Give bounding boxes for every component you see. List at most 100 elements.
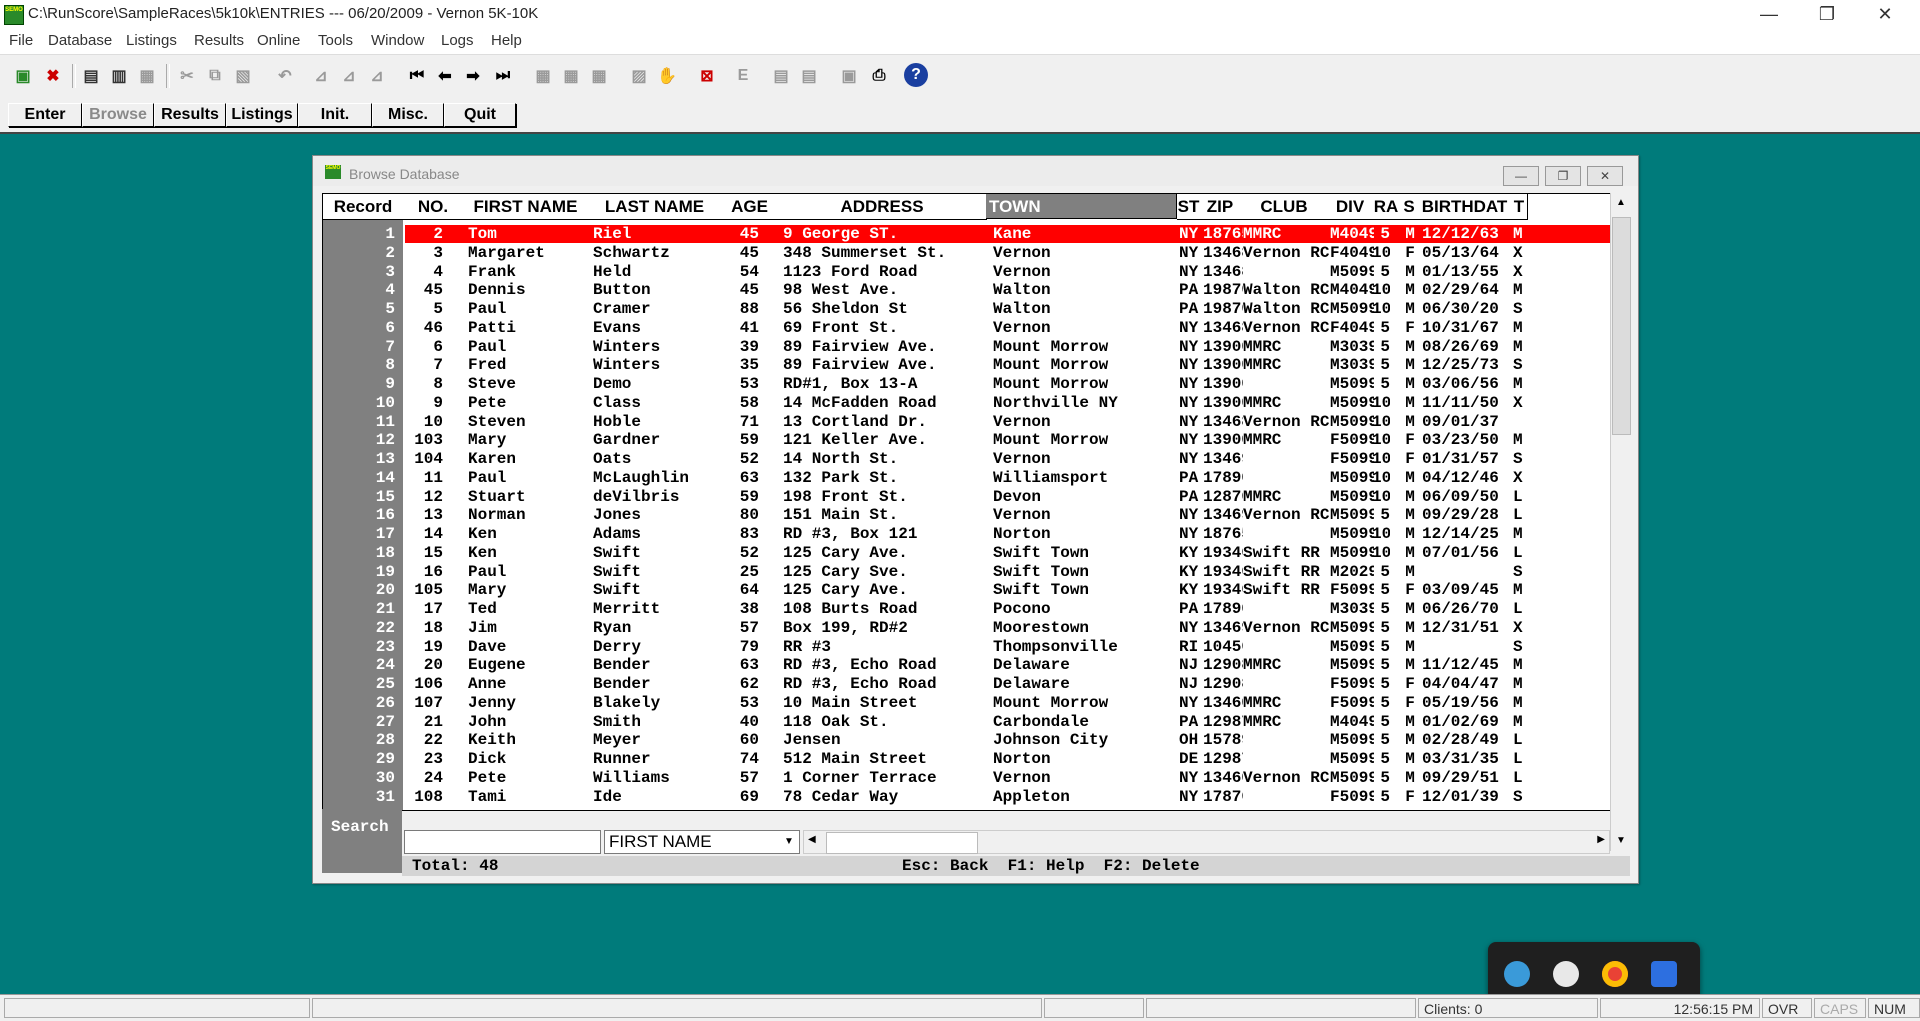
table-row[interactable]: 13 104 Karen Oats 52 14 North St. Vernon NY 1346…	[323, 450, 1611, 468]
export-icon[interactable]: E	[730, 63, 756, 89]
table-row[interactable]: 12 103 Mary Gardner 59 121 Keller Ave. Mount M…	[323, 431, 1611, 449]
chevron-down-icon[interactable]: ▼	[779, 831, 799, 853]
column-header[interactable]: NO.	[403, 194, 464, 220]
column-header[interactable]: T	[1511, 194, 1528, 220]
new-record-icon[interactable]: ▤	[78, 63, 104, 89]
column-header[interactable]: AGE	[721, 194, 779, 220]
table-row[interactable]: 15 12 Stuart deVilbris 59 198 Front St. Devon P…	[323, 488, 1611, 506]
table-row[interactable]: 8 7 Fred Winters 35 89 Fairview Ave. Mount Mor…	[323, 356, 1611, 374]
scroll-right-arrow[interactable]: ▶	[1597, 834, 1605, 845]
horizontal-scrollbar[interactable]: ◀ ▶	[803, 830, 1610, 854]
print-icon[interactable]: ⎙	[866, 63, 892, 89]
chrome-icon[interactable]	[1602, 961, 1628, 987]
menu-tools[interactable]: Tools	[318, 32, 353, 49]
menu-online[interactable]: Online	[257, 32, 300, 49]
scroll-up-arrow[interactable]: ▲	[1611, 193, 1631, 213]
table-row[interactable]: 5 5 Paul Cramer 88 56 Sheldon St Walton PA19876…	[323, 300, 1611, 318]
tool-a-icon[interactable]: ⊿	[308, 63, 334, 89]
table-row[interactable]: 23 19 Dave Derry 79 RR #3 Thompsonville RI10456…	[323, 638, 1611, 656]
init-button[interactable]: Init.	[298, 103, 372, 127]
next-record-icon[interactable]: ➡	[460, 63, 486, 89]
browse-window-titlebar[interactable]: SEMO Browse Database — ❐ ✕	[313, 156, 1638, 186]
menu-listings[interactable]: Listings	[126, 32, 177, 49]
cut-icon[interactable]: ✂	[174, 63, 200, 89]
table-row[interactable]: 11 10 Steven Hoble 71 13 Cortland Dr. Vernon NY…	[323, 413, 1611, 431]
scroll-left-arrow[interactable]: ◀	[808, 834, 816, 845]
open-folder-icon[interactable]: ▣	[10, 63, 36, 89]
browse-close-button[interactable]: ✕	[1587, 166, 1623, 186]
sync-icon[interactable]	[1553, 961, 1579, 987]
column-header[interactable]: CLUB	[1240, 194, 1329, 220]
help-icon[interactable]: ?	[904, 63, 928, 87]
preview-icon[interactable]: ▣	[836, 63, 862, 89]
table-row[interactable]: 17 14 Ken Adams 83 RD #3, Box 121 Norton NY 1876…	[323, 525, 1611, 543]
table-row[interactable]: 19 16 Paul Swift 25 125 Cary Sve. Swift Town KY…	[323, 563, 1611, 581]
table-row[interactable]: 28 22 Keith Meyer 60 Jensen Johnson City OH 1578…	[323, 731, 1611, 749]
paste-record-icon[interactable]: ▦	[134, 63, 160, 89]
restore-button[interactable]: ❐	[1798, 0, 1856, 28]
table-row[interactable]: 3 4 Frank Held 54 1123 Ford Road Vernon NY13468…	[323, 263, 1611, 281]
column-header[interactable]: FIRST NAME	[463, 194, 589, 220]
hand-icon[interactable]: ✋	[654, 63, 680, 89]
table-row[interactable]: 14 11 Paul McLaughlin 63 132 Park St. Williams…	[323, 469, 1611, 487]
search-field-select[interactable]: FIRST NAME ▼	[604, 830, 800, 854]
table-row[interactable]: 31 108 Tami Ide 69 78 Cedar Way Appleton NY 1787…	[323, 788, 1611, 806]
undo-icon[interactable]: ↶	[272, 63, 298, 89]
enter-button[interactable]: Enter	[8, 103, 82, 127]
close-database-icon[interactable]: ✖	[40, 63, 66, 89]
table-row[interactable]: 25 106 Anne Bender 62 RD #3, Echo Road Delawar…	[323, 675, 1611, 693]
listings-button[interactable]: Listings	[226, 103, 298, 127]
grid-c-icon[interactable]: ▦	[586, 63, 612, 89]
table-row[interactable]: 24 20 Eugene Bender 63 RD #3, Echo Road Delawa…	[323, 656, 1611, 674]
scroll-down-arrow[interactable]: ▼	[1611, 831, 1631, 851]
browse-restore-button[interactable]: ❐	[1545, 166, 1581, 186]
previous-record-icon[interactable]: ⬅	[432, 63, 458, 89]
column-header[interactable]: LAST NAME	[588, 194, 722, 220]
vertical-scrollbar[interactable]: ▲ ▼	[1610, 193, 1631, 851]
table-row[interactable]: 27 21 John Smith 40 118 Oak St. Carbondale PA 12…	[323, 713, 1611, 731]
quit-button[interactable]: Quit	[444, 103, 516, 127]
column-header[interactable]: Record	[323, 194, 404, 220]
column-header[interactable]: RA	[1372, 194, 1401, 220]
vertical-scroll-thumb[interactable]	[1612, 217, 1631, 435]
security-shield-icon[interactable]	[1651, 961, 1677, 987]
tool-c-icon[interactable]: ⊿	[364, 63, 390, 89]
column-header[interactable]: TOWN	[986, 194, 1177, 219]
table-row[interactable]: 6 46 Patti Evans 41 69 Front St. Vernon NY13468…	[323, 319, 1611, 337]
copy-icon[interactable]: ⧉	[202, 63, 228, 89]
column-header[interactable]: BIRTHDAT	[1418, 194, 1512, 220]
copy-record-icon[interactable]: ▥	[106, 63, 132, 89]
records-grid[interactable]: Record NO. FIRST NAME LAST NAME AGE ADDRESS TO…	[322, 193, 1612, 811]
menu-file[interactable]: File	[9, 32, 33, 49]
delete-record-icon[interactable]: ⊠	[694, 63, 720, 89]
results-button[interactable]: Results	[154, 103, 226, 127]
network-icon[interactable]	[1504, 961, 1530, 987]
menu-window[interactable]: Window	[371, 32, 424, 49]
table-row[interactable]: 16 13 Norman Jones 80 151 Main St. Vernon NY 134…	[323, 506, 1611, 524]
grid-a-icon[interactable]: ▦	[530, 63, 556, 89]
close-button[interactable]: ✕	[1856, 0, 1914, 28]
misc-button[interactable]: Misc.	[372, 103, 444, 127]
table-row[interactable]: 20 105 Mary Swift 64 125 Cary Ave. Swift Town K…	[323, 581, 1611, 599]
menu-database[interactable]: Database	[48, 32, 112, 49]
first-record-icon[interactable]: ⏮	[404, 63, 430, 89]
table-row[interactable]: 7 6 Paul Winters 39 89 Fairview Ave. Mount Mor…	[323, 338, 1611, 356]
table-row[interactable]: 29 23 Dick Runner 74 512 Main Street Norton DE 1…	[323, 750, 1611, 768]
column-header[interactable]: S	[1400, 194, 1419, 220]
column-header[interactable]: DIV	[1328, 194, 1373, 220]
table-row[interactable]: 9 8 Steve Demo 53 RD#1, Box 13-A Mount Morrow N…	[323, 375, 1611, 393]
table-row[interactable]: 4 45 Dennis Button 45 98 West Ave. Walton PA 198…	[323, 281, 1611, 299]
transfer-b-icon[interactable]: ▤	[796, 63, 822, 89]
horizontal-scroll-thumb[interactable]	[826, 832, 978, 854]
table-row[interactable]: 26 107 Jenny Blakely 53 10 Main Street Mount M…	[323, 694, 1611, 712]
search-input[interactable]	[404, 830, 601, 854]
column-header[interactable]: ZIP	[1200, 194, 1241, 220]
table-row[interactable]: 30 24 Pete Williams 57 1 Corner Terrace Vernon…	[323, 769, 1611, 787]
column-header[interactable]: ADDRESS	[778, 194, 987, 220]
menu-logs[interactable]: Logs	[441, 32, 474, 49]
menu-help[interactable]: Help	[491, 32, 522, 49]
browse-button[interactable]: Browse	[82, 103, 154, 127]
paste-icon[interactable]: ▧	[230, 63, 256, 89]
minimize-button[interactable]: —	[1740, 0, 1798, 28]
table-row[interactable]: 22 18 Jim Ryan 57 Box 199, RD#2 Moorestown NY 13…	[323, 619, 1611, 637]
